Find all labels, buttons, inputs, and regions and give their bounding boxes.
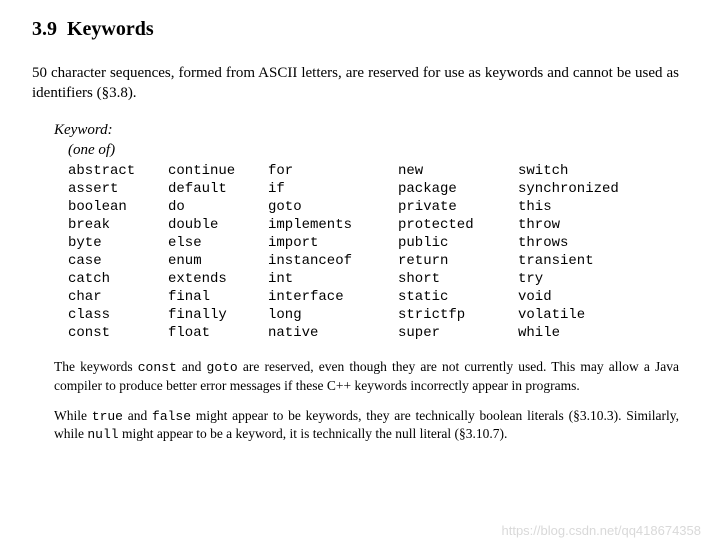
keyword-cell: switch xyxy=(518,162,619,180)
keyword-cell: void xyxy=(518,288,619,306)
keyword-cell: throws xyxy=(518,234,619,252)
keyword-cell: if xyxy=(268,180,398,198)
keywords-row: caseenuminstanceofreturntransient xyxy=(68,252,619,270)
keywords-row: constfloatnativesuperwhile xyxy=(68,324,619,342)
kw-null: null xyxy=(87,427,118,442)
section-number: 3.9 xyxy=(32,18,57,40)
keyword-cell: class xyxy=(68,306,168,324)
kw-true: true xyxy=(92,409,123,424)
kw-goto: goto xyxy=(207,360,238,375)
keyword-cell: volatile xyxy=(518,306,619,324)
grammar-production: Keyword: xyxy=(54,122,113,138)
kw-const: const xyxy=(138,360,177,375)
keywords-row: byteelseimportpublicthrows xyxy=(68,234,619,252)
keyword-cell: interface xyxy=(268,288,398,306)
keywords-row: abstractcontinuefornewswitch xyxy=(68,162,619,180)
keyword-cell: byte xyxy=(68,234,168,252)
keyword-cell: while xyxy=(518,324,619,342)
keyword-cell: else xyxy=(168,234,268,252)
keyword-cell: try xyxy=(518,270,619,288)
grammar-block: Keyword: (one of) abstractcontinuefornew… xyxy=(54,120,679,343)
section-title: Keywords xyxy=(67,18,154,40)
intro-text-b: ). xyxy=(128,85,137,101)
keywords-row: breakdoubleimplementsprotectedthrow xyxy=(68,216,619,234)
cross-ref: §3.10.3 xyxy=(573,408,614,423)
intro-paragraph: 50 character sequences, formed from ASCI… xyxy=(32,63,679,104)
keyword-cell: for xyxy=(268,162,398,180)
keyword-cell: throw xyxy=(518,216,619,234)
keyword-cell: private xyxy=(398,198,518,216)
keyword-cell: static xyxy=(398,288,518,306)
cross-ref: §3.8 xyxy=(102,85,128,101)
keyword-cell: do xyxy=(168,198,268,216)
cross-ref: §3.10.7 xyxy=(459,426,500,441)
keyword-cell: continue xyxy=(168,162,268,180)
keywords-table: abstractcontinuefornewswitchassertdefaul… xyxy=(68,162,619,342)
keywords-row: classfinallylongstrictfpvolatile xyxy=(68,306,619,324)
keywords-row: booleandogotoprivatethis xyxy=(68,198,619,216)
keyword-cell: strictfp xyxy=(398,306,518,324)
section-heading: 3.9 Keywords xyxy=(32,18,679,41)
keyword-cell: goto xyxy=(268,198,398,216)
keywords-row: assertdefaultifpackagesynchronized xyxy=(68,180,619,198)
kw-false: false xyxy=(152,409,191,424)
note-const-goto: The keywords const and goto are reserved… xyxy=(54,358,679,395)
keyword-cell: int xyxy=(268,270,398,288)
keyword-count: 50 xyxy=(32,65,47,81)
keyword-cell: finally xyxy=(168,306,268,324)
keyword-cell: return xyxy=(398,252,518,270)
keyword-cell: enum xyxy=(168,252,268,270)
grammar-head: Keyword: (one of) xyxy=(54,120,679,161)
document-page: 3.9 Keywords 50 character sequences, for… xyxy=(0,0,711,466)
keyword-cell: protected xyxy=(398,216,518,234)
keyword-cell: short xyxy=(398,270,518,288)
keywords-row: charfinalinterfacestaticvoid xyxy=(68,288,619,306)
keyword-cell: long xyxy=(268,306,398,324)
keyword-cell: abstract xyxy=(68,162,168,180)
keyword-cell: instanceof xyxy=(268,252,398,270)
note-literals: While true and false might appear to be … xyxy=(54,407,679,444)
keyword-cell: native xyxy=(268,324,398,342)
grammar-oneof: (one of) xyxy=(68,140,679,160)
keyword-cell: break xyxy=(68,216,168,234)
keyword-cell: synchronized xyxy=(518,180,619,198)
keyword-cell: float xyxy=(168,324,268,342)
keyword-cell: boolean xyxy=(68,198,168,216)
keyword-cell: char xyxy=(68,288,168,306)
keyword-cell: public xyxy=(398,234,518,252)
keyword-cell: this xyxy=(518,198,619,216)
keyword-cell: import xyxy=(268,234,398,252)
keyword-cell: assert xyxy=(68,180,168,198)
watermark: https://blog.csdn.net/qq418674358 xyxy=(502,523,702,538)
keyword-cell: case xyxy=(68,252,168,270)
keyword-cell: extends xyxy=(168,270,268,288)
keyword-cell: new xyxy=(398,162,518,180)
keyword-cell: double xyxy=(168,216,268,234)
keyword-cell: transient xyxy=(518,252,619,270)
keyword-cell: catch xyxy=(68,270,168,288)
keywords-row: catchextendsintshorttry xyxy=(68,270,619,288)
keyword-cell: const xyxy=(68,324,168,342)
keyword-cell: final xyxy=(168,288,268,306)
keyword-cell: package xyxy=(398,180,518,198)
keyword-cell: implements xyxy=(268,216,398,234)
keyword-cell: default xyxy=(168,180,268,198)
keyword-cell: super xyxy=(398,324,518,342)
